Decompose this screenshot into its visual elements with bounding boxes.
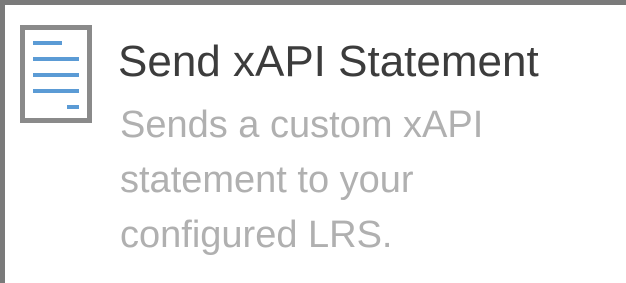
send-xapi-statement-card[interactable]: Send xAPI Statement Sends a custom xAPI … xyxy=(0,0,626,283)
document-lines-icon xyxy=(20,25,92,123)
action-title: Send xAPI Statement xyxy=(118,37,539,86)
action-description: Sends a custom xAPI statement to your co… xyxy=(120,104,484,256)
